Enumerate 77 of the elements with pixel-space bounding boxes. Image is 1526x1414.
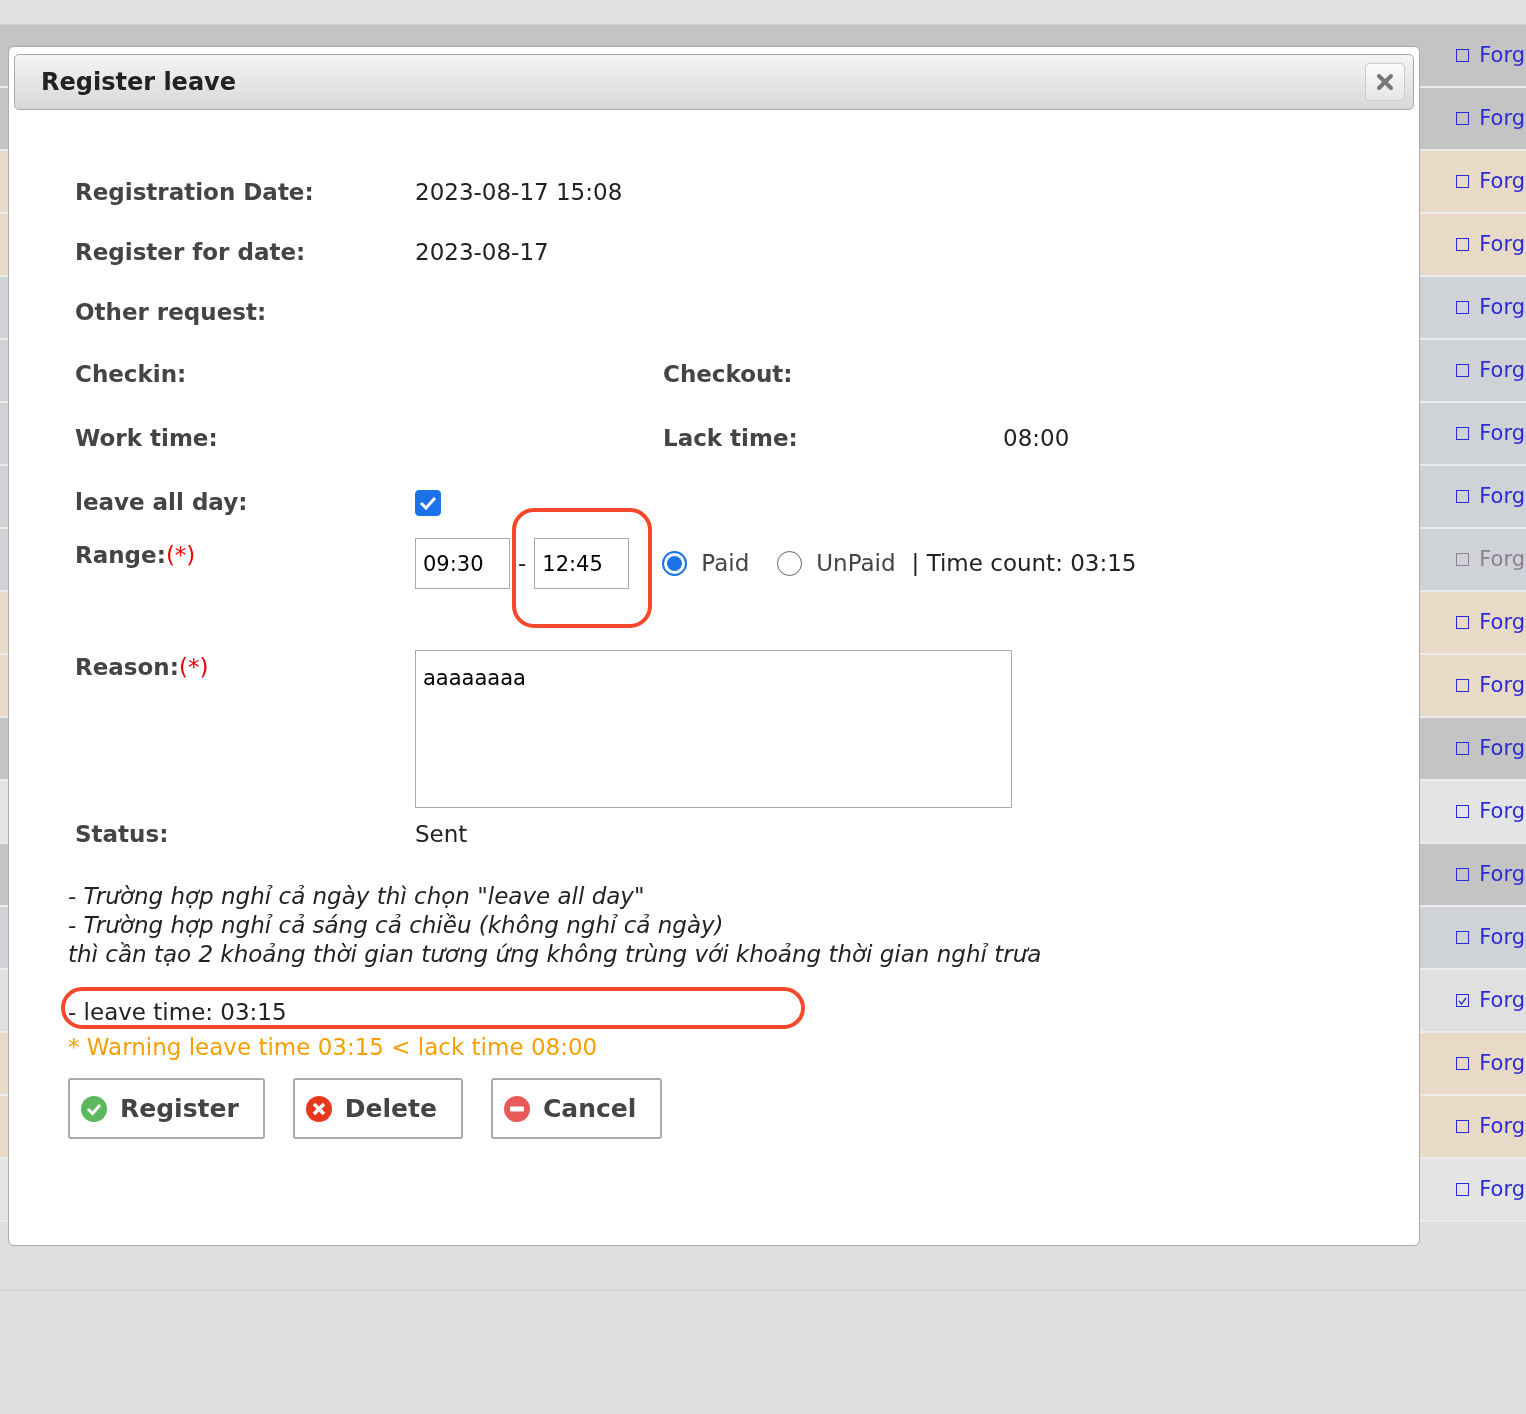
field-label: Other request: bbox=[75, 297, 268, 327]
close-button[interactable] bbox=[1365, 63, 1405, 101]
dialog-title: Register leave bbox=[41, 67, 236, 98]
checkbox[interactable] bbox=[1456, 301, 1470, 314]
field-label: Status: bbox=[75, 819, 170, 849]
check-icon bbox=[80, 1094, 108, 1123]
note-text: - Trường hợp nghỉ cả sáng cả chiều (không nghỉ cả ngày) bbox=[68, 911, 725, 940]
checkbox[interactable] bbox=[1456, 175, 1470, 188]
field-label: leave all day: bbox=[75, 487, 249, 517]
register-button[interactable]: Register bbox=[68, 1078, 265, 1139]
time-field[interactable]: 09:30 bbox=[415, 538, 510, 589]
field-value: 2023-08-17 bbox=[415, 237, 550, 267]
close-icon bbox=[304, 1094, 333, 1123]
forgot-link[interactable]: Forg bbox=[1479, 669, 1526, 702]
warning-text: * Warning leave time 03:15 < lack time 08:00 bbox=[68, 1033, 598, 1060]
forgot-link[interactable]: Forg bbox=[1479, 480, 1526, 513]
field-value: 2023-08-17 15:08 bbox=[415, 177, 624, 207]
field-label: Register for date: bbox=[75, 237, 307, 267]
checkmark-icon bbox=[1458, 996, 1468, 1005]
checkbox[interactable] bbox=[415, 489, 441, 516]
checkbox[interactable] bbox=[1456, 868, 1470, 881]
note-text: thì cần tạo 2 khoảng thời gian tương ứng không trùng với khoảng thời gian nghỉ trưa bbox=[68, 940, 1043, 969]
field-label: Checkout: bbox=[663, 359, 794, 389]
radio-button[interactable] bbox=[662, 551, 688, 576]
separator-text: - bbox=[518, 549, 527, 579]
forgot-link[interactable]: Forg bbox=[1479, 1173, 1526, 1206]
forgot-link[interactable]: Forg bbox=[1479, 795, 1526, 828]
time-count: | Time count: 03:15 bbox=[911, 549, 1137, 579]
checkbox[interactable] bbox=[1456, 49, 1470, 62]
field-label: Lack time: bbox=[663, 423, 799, 453]
forgot-link[interactable]: Forg bbox=[1479, 732, 1526, 765]
checkbox[interactable] bbox=[1456, 427, 1470, 440]
forgot-link[interactable]: Forg bbox=[1479, 165, 1526, 198]
forgot-link[interactable]: Forg bbox=[1479, 1047, 1526, 1080]
checkbox[interactable] bbox=[1456, 805, 1470, 818]
radio-label: Paid bbox=[701, 549, 750, 579]
field-label: Checkin: bbox=[75, 359, 188, 389]
checkbox[interactable] bbox=[1456, 1120, 1470, 1133]
radio-label: UnPaid bbox=[816, 549, 896, 579]
minus-icon bbox=[502, 1094, 531, 1123]
checkbox[interactable] bbox=[1456, 616, 1470, 629]
field-value: Sent bbox=[415, 819, 469, 849]
forgot-link[interactable]: Forg bbox=[1479, 228, 1526, 261]
forgot-link[interactable]: Forg bbox=[1479, 39, 1526, 72]
field-label: Work time: bbox=[75, 423, 219, 453]
checkbox[interactable] bbox=[1456, 1057, 1470, 1070]
checkbox[interactable] bbox=[1456, 112, 1470, 125]
checkbox[interactable] bbox=[1456, 490, 1470, 503]
delete-button[interactable]: Delete bbox=[292, 1078, 463, 1139]
field-value: 08:00 bbox=[1003, 423, 1071, 453]
forgot-link[interactable]: Forg bbox=[1479, 606, 1526, 639]
forgot-link[interactable]: Forg bbox=[1479, 1110, 1526, 1143]
checkmark-icon bbox=[419, 495, 437, 510]
radio-button[interactable] bbox=[777, 551, 803, 576]
forgot-link[interactable]: Forg bbox=[1479, 291, 1526, 324]
field-label: Registration Date: bbox=[75, 177, 315, 207]
forgot-link[interactable]: Forg bbox=[1479, 858, 1526, 891]
field-label: Range:(*) bbox=[75, 541, 197, 570]
forgot-link[interactable]: Forg bbox=[1479, 354, 1526, 387]
checkbox[interactable] bbox=[1456, 679, 1470, 692]
cancel-button[interactable]: Cancel bbox=[490, 1078, 663, 1139]
leave-time-text: - leave time: 03:15 bbox=[68, 999, 287, 1025]
reason-field[interactable]: aaaaaaaa bbox=[415, 650, 1012, 808]
field-label: Reason:(*) bbox=[75, 653, 210, 682]
checkbox[interactable] bbox=[1456, 994, 1470, 1007]
forgot-link[interactable]: Forg bbox=[1479, 417, 1526, 450]
checkbox[interactable] bbox=[1456, 1183, 1470, 1196]
close-icon bbox=[1376, 73, 1394, 91]
note-text: - Trường hợp nghỉ cả ngày thì chọn "leave all day" bbox=[68, 882, 646, 911]
forgot-link[interactable]: Forg bbox=[1479, 984, 1526, 1017]
checkbox[interactable] bbox=[1456, 364, 1470, 377]
forgot-link[interactable]: Forg bbox=[1479, 921, 1526, 954]
forgot-link[interactable]: Forg bbox=[1479, 102, 1526, 135]
checkbox[interactable] bbox=[1456, 742, 1470, 755]
checkbox[interactable] bbox=[1456, 238, 1470, 251]
time-field[interactable]: 12:45 bbox=[534, 538, 630, 589]
checkbox[interactable] bbox=[1456, 931, 1470, 944]
